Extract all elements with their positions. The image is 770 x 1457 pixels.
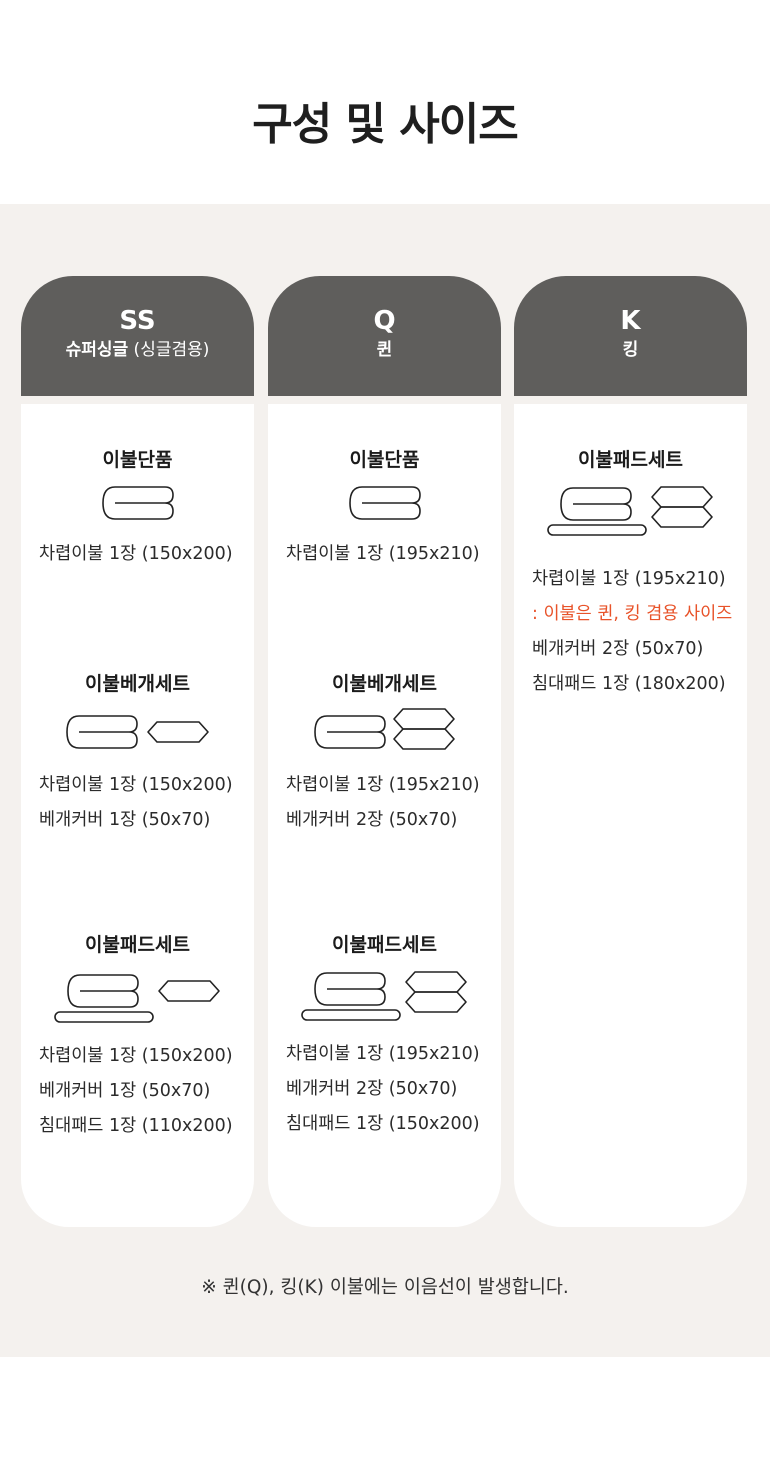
pad-icon: [54, 1011, 154, 1023]
set-item: 차렵이불 1장 (195x210): [286, 775, 480, 795]
set-item: 베개커버 1장 (50x70): [39, 810, 211, 830]
set-title: 이불패드세트: [332, 934, 437, 956]
set-title: 이불단품: [349, 449, 420, 471]
set-item: 차렵이불 1장 (195x210): [286, 544, 480, 564]
set-pillow: 이불베개세트 차렵이불 1장 (150x200) 베개커버 1장 (50x70): [21, 672, 254, 838]
blanket-icon: [101, 485, 175, 521]
pillows-icon: [649, 484, 715, 530]
set-item: 차렵이불 1장 (150x200): [39, 544, 233, 564]
size-name: 슈퍼싱글 (싱글겸용): [65, 340, 210, 360]
set-item: 베개커버 2장 (50x70): [532, 639, 704, 659]
set-item: 베개커버 2장 (50x70): [286, 810, 458, 830]
blanket-icon: [348, 485, 422, 521]
column-k: K 킹 이불패드세트 차렵이불 1장 (195x210) : 이불은 퀸, 킹 …: [514, 276, 747, 1227]
set-item: 침대패드 1장 (180x200): [532, 674, 726, 694]
set-single: 이불단품 차렵이불 1장 (195x210): [268, 448, 501, 572]
blanket-icon: [313, 714, 387, 750]
pillow-icon: [145, 719, 211, 745]
size-code: K: [620, 306, 641, 336]
size-name: 퀸: [376, 340, 393, 360]
size-note: : 이불은 퀸, 킹 겸용 사이즈: [532, 604, 733, 624]
blanket-pad-group: [54, 973, 154, 1023]
column-q: Q 퀸 이불단품 차렵이불 1장 (195x210) 이불베개세트 차렵이불 1…: [268, 276, 501, 1227]
pillows-icon: [391, 706, 457, 752]
set-item: 베개커버 1장 (50x70): [39, 1081, 211, 1101]
column-header: SS 슈퍼싱글 (싱글겸용): [21, 276, 254, 396]
set-item: 차렵이불 1장 (195x210): [532, 569, 726, 589]
pillow-icon: [156, 978, 222, 1004]
set-pad: 이불패드세트 차렵이불 1장 (195x210) 베개커버 2장 (50x70)…: [268, 933, 501, 1142]
column-ss: SS 슈퍼싱글 (싱글겸용) 이불단품 차렵이불 1장 (150x200) 이불…: [21, 276, 254, 1227]
blanket-pad-group: [547, 486, 647, 536]
set-title: 이불패드세트: [85, 934, 190, 956]
pillows-icon: [403, 969, 469, 1015]
set-title: 이불베개세트: [85, 673, 190, 695]
set-item: 침대패드 1장 (110x200): [39, 1116, 233, 1136]
blanket-pad-group: [301, 971, 401, 1021]
size-name: 킹: [622, 340, 639, 360]
blanket-icon: [559, 486, 633, 522]
set-item: 차렵이불 1장 (195x210): [286, 1044, 480, 1064]
pad-icon: [301, 1009, 401, 1021]
column-body: 이불단품 차렵이불 1장 (195x210) 이불베개세트 차렵이불 1장 (1…: [268, 404, 501, 1227]
set-pillow: 이불베개세트 차렵이불 1장 (195x210) 베개커버 2장 (50x70): [268, 672, 501, 838]
column-header: Q 퀸: [268, 276, 501, 396]
footnote: ※ 퀸(Q), 킹(K) 이불에는 이음선이 발생합니다.: [201, 1277, 569, 1298]
set-single: 이불단품 차렵이불 1장 (150x200): [21, 448, 254, 572]
size-code: SS: [119, 306, 156, 336]
set-title: 이불단품: [102, 449, 173, 471]
column-body: 이불패드세트 차렵이불 1장 (195x210) : 이불은 퀸, 킹 겸용 사…: [514, 404, 747, 1227]
pad-icon: [547, 524, 647, 536]
size-code: Q: [373, 306, 396, 336]
column-body: 이불단품 차렵이불 1장 (150x200) 이불베개세트 차렵이불 1장 (1…: [21, 404, 254, 1227]
set-item: 베개커버 2장 (50x70): [286, 1079, 458, 1099]
set-item: 차렵이불 1장 (150x200): [39, 1046, 233, 1066]
blanket-icon: [66, 973, 140, 1009]
blanket-icon: [65, 714, 139, 750]
set-item: 차렵이불 1장 (150x200): [39, 775, 233, 795]
set-title: 이불패드세트: [578, 449, 683, 471]
set-pad: 이불패드세트 차렵이불 1장 (195x210) : 이불은 퀸, 킹 겸용 사…: [514, 448, 747, 702]
set-title: 이불베개세트: [332, 673, 437, 695]
set-pad: 이불패드세트 차렵이불 1장 (150x200) 베개커버 1장 (50x70)…: [21, 933, 254, 1144]
page-title: 구성 및 사이즈: [252, 99, 519, 150]
blanket-icon: [313, 971, 387, 1007]
column-header: K 킹: [514, 276, 747, 396]
set-item: 침대패드 1장 (150x200): [286, 1114, 480, 1134]
